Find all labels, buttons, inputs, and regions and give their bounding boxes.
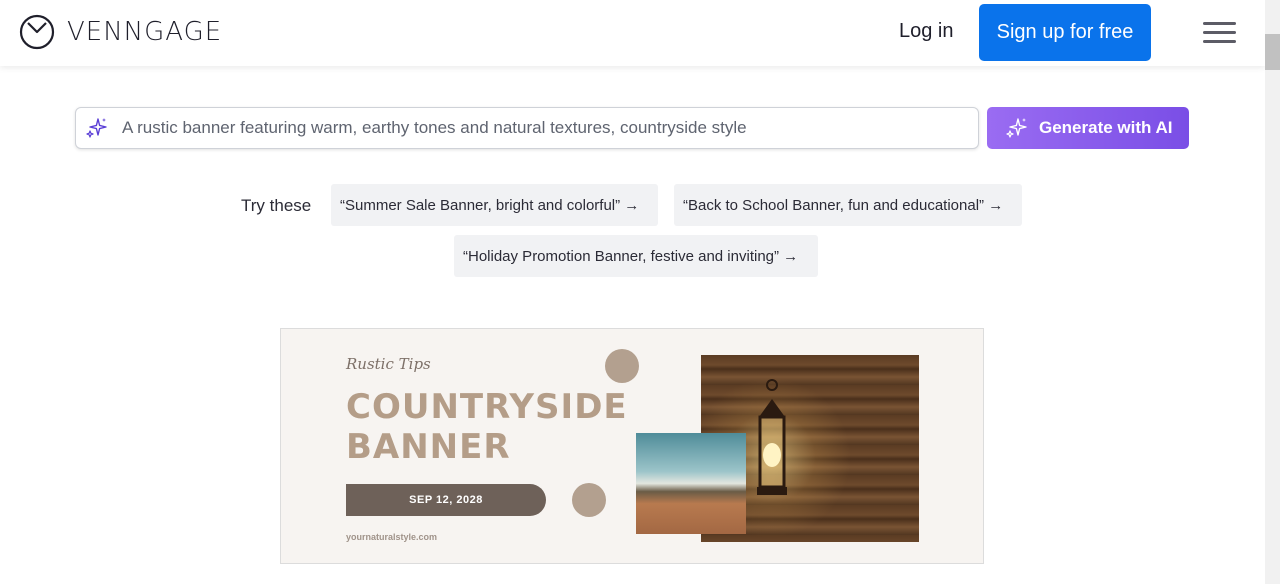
brand-name: VENNGAGE [67, 17, 223, 47]
banner-date-pill: SEP 12, 2028 [346, 484, 546, 516]
generate-with-ai-button[interactable]: Generate with AI [987, 107, 1189, 149]
page-scrollbar[interactable] [1265, 0, 1280, 584]
prompt-search-box [75, 107, 979, 149]
banner-tagline: Rustic Tips [346, 355, 431, 373]
banner-title: COUNTRYSIDE BANNER [346, 387, 628, 467]
decorative-circle [572, 483, 606, 517]
banner-title-line1: COUNTRYSIDE [346, 387, 628, 427]
suggestions-label: Try these [241, 196, 312, 215]
venngage-logo-icon [19, 14, 55, 50]
sparkle-icon [1006, 118, 1027, 138]
site-header: VENNGAGE Log in Sign up for free [0, 0, 1265, 66]
sparkle-icon [86, 118, 107, 138]
lantern-icon [757, 379, 787, 495]
brand-logo[interactable]: VENNGAGE [19, 14, 222, 50]
decorative-circle [605, 349, 639, 383]
signup-button[interactable]: Sign up for free [979, 4, 1151, 61]
prompt-input[interactable] [122, 108, 962, 148]
generate-button-label: Generate with AI [1039, 118, 1173, 137]
banner-url: yournaturalstyle.com [346, 532, 438, 542]
suggestion-chip[interactable]: “Back to School Banner, fun and educatio… [674, 184, 1022, 226]
login-link[interactable]: Log in [899, 20, 954, 43]
suggestion-chip[interactable]: “Summer Sale Banner, bright and colorful… [331, 184, 658, 226]
banner-title-line2: BANNER [346, 427, 511, 467]
suggestion-chip[interactable]: “Holiday Promotion Banner, festive and i… [454, 235, 818, 277]
banner-preview[interactable]: Rustic Tips COUNTRYSIDE BANNER SEP 12, 2… [280, 328, 984, 564]
landscape-photo [636, 433, 746, 534]
scrollbar-thumb[interactable] [1265, 34, 1280, 70]
hamburger-menu-icon[interactable] [1203, 22, 1236, 44]
